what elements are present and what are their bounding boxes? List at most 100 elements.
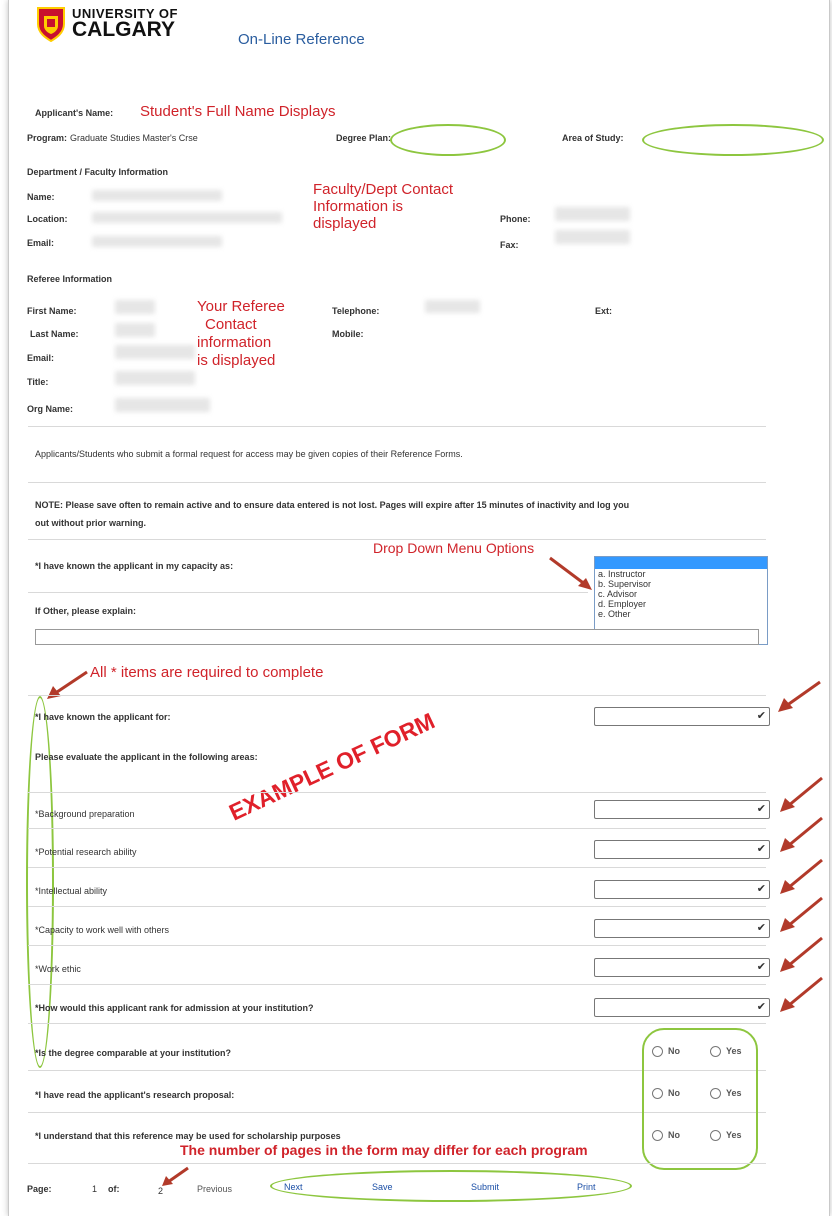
dept-phone-label: Phone: xyxy=(500,214,531,224)
dept-name-label: Name: xyxy=(27,192,55,202)
referee-org-value xyxy=(115,398,210,412)
department-section-title: Department / Faculty Information xyxy=(27,167,169,177)
degree-comparable-label: *Is the degree comparable at your instit… xyxy=(35,1048,232,1058)
page-label: Page: xyxy=(27,1184,52,1194)
capacity-work-label: *Capacity to work well with others xyxy=(35,925,170,935)
dept-note: Faculty/Dept Contact Information is disp… xyxy=(313,181,453,232)
chevron-down-icon: ✔ xyxy=(756,1001,766,1013)
divider xyxy=(28,482,766,483)
referee-telephone-value xyxy=(425,300,480,313)
arrow-icon xyxy=(778,680,821,712)
dropdown-option-blank[interactable] xyxy=(595,557,767,569)
known-for-label: *I have known the applicant for: xyxy=(35,712,171,722)
divider xyxy=(28,1163,766,1164)
read-proposal-label: *I have read the applicant's research pr… xyxy=(35,1090,235,1100)
radio-group-highlight xyxy=(642,1028,758,1170)
university-logo: UNIVERSITY OF CALGARY xyxy=(36,4,206,50)
referee-org-label: Org Name: xyxy=(27,404,74,414)
referee-mobile-label: Mobile: xyxy=(332,329,364,339)
background-select[interactable]: ✔ xyxy=(594,800,770,819)
other-explain-label: If Other, please explain: xyxy=(35,606,137,616)
divider xyxy=(28,1023,766,1024)
crest-icon xyxy=(37,7,65,42)
dropdown-option-instructor[interactable]: a. Instructor xyxy=(595,569,767,579)
dept-email-label: Email: xyxy=(27,238,55,248)
referee-ext-label: Ext: xyxy=(595,306,613,316)
dropdown-option-supervisor[interactable]: b. Supervisor xyxy=(595,579,767,589)
capacity-question: *I have known the applicant in my capaci… xyxy=(35,561,234,571)
previous-link[interactable]: Previous xyxy=(197,1184,232,1194)
area-of-study-highlight xyxy=(642,124,824,156)
save-note-line2: out without prior warning. xyxy=(35,518,146,528)
capacity-work-select[interactable]: ✔ xyxy=(594,919,770,938)
divider xyxy=(28,695,766,696)
chevron-down-icon: ✔ xyxy=(756,922,766,934)
referee-email-label: Email: xyxy=(27,353,55,363)
arrow-icon xyxy=(780,816,823,852)
rank-select[interactable]: ✔ xyxy=(594,998,770,1017)
page-title: On-Line Reference xyxy=(238,31,365,48)
chevron-down-icon: ✔ xyxy=(756,710,766,722)
dropdown-option-other[interactable]: e. Other xyxy=(595,609,767,619)
referee-first-name-value xyxy=(115,300,155,314)
referee-note-line1: Your Referee xyxy=(197,298,285,315)
arrow-icon xyxy=(780,858,823,894)
referee-last-name-value xyxy=(115,323,155,337)
chevron-down-icon: ✔ xyxy=(756,803,766,815)
referee-first-name-label: First Name: xyxy=(27,306,77,316)
referee-note-line2: Contact xyxy=(205,316,257,333)
dept-fax-value xyxy=(555,230,630,244)
current-page: 1 xyxy=(92,1184,98,1194)
evaluate-heading: Please evaluate the applicant in the fol… xyxy=(35,752,258,762)
research-select[interactable]: ✔ xyxy=(594,840,770,859)
intellectual-select[interactable]: ✔ xyxy=(594,880,770,899)
dropdown-option-employer[interactable]: d. Employer xyxy=(595,599,767,609)
required-note: All * items are required to complete xyxy=(90,664,324,681)
print-link[interactable]: Print xyxy=(577,1182,596,1192)
dept-phone-value xyxy=(555,207,630,221)
divider xyxy=(28,792,766,793)
background-label: *Background preparation xyxy=(35,809,135,819)
known-for-select[interactable]: ✔ xyxy=(594,707,770,726)
referee-note-line3: information xyxy=(197,334,272,351)
submit-link[interactable]: Submit xyxy=(471,1182,499,1192)
work-ethic-select[interactable]: ✔ xyxy=(594,958,770,977)
divider xyxy=(28,592,588,593)
referee-title-value xyxy=(115,371,195,385)
save-note-line1: NOTE: Please save often to remain active… xyxy=(35,500,630,510)
area-of-study-label: Area of Study: xyxy=(562,133,624,143)
degree-plan-label: Degree Plan: xyxy=(336,133,392,143)
divider xyxy=(28,906,766,907)
dept-location-label: Location: xyxy=(27,214,68,224)
referee-section-title: Referee Information xyxy=(27,274,113,284)
arrow-icon xyxy=(780,936,823,972)
dept-fax-label: Fax: xyxy=(500,240,519,250)
dropdown-option-advisor[interactable]: c. Advisor xyxy=(595,589,767,599)
degree-plan-highlight xyxy=(390,124,506,156)
work-ethic-label: *Work ethic xyxy=(35,964,81,974)
referee-telephone-label: Telephone: xyxy=(332,306,380,316)
divider xyxy=(28,426,766,427)
arrow-icon xyxy=(780,896,823,932)
divider xyxy=(28,945,766,946)
intellectual-label: *Intellectual ability xyxy=(35,886,108,896)
next-link[interactable]: Next xyxy=(284,1182,303,1192)
program-label: Program: xyxy=(27,133,68,143)
chevron-down-icon: ✔ xyxy=(756,961,766,973)
logo-line2: CALGARY xyxy=(72,18,176,41)
chevron-down-icon: ✔ xyxy=(756,843,766,855)
pages-note: The number of pages in the form may diff… xyxy=(180,1142,588,1158)
chevron-down-icon: ✔ xyxy=(756,883,766,895)
dept-location-value xyxy=(92,212,282,223)
arrow-icon xyxy=(47,670,88,699)
dept-name-value xyxy=(92,190,222,201)
referee-title-label: Title: xyxy=(27,377,49,387)
divider xyxy=(28,828,766,829)
arrow-icon xyxy=(780,976,823,1012)
other-explain-input[interactable] xyxy=(35,629,759,645)
dept-note-line3: displayed xyxy=(313,215,377,232)
save-link[interactable]: Save xyxy=(372,1182,393,1192)
rank-label: *How would this applicant rank for admis… xyxy=(35,1003,314,1013)
program-value: Graduate Studies Master's Crse xyxy=(70,133,198,143)
dept-note-line2: Information is xyxy=(313,198,404,215)
